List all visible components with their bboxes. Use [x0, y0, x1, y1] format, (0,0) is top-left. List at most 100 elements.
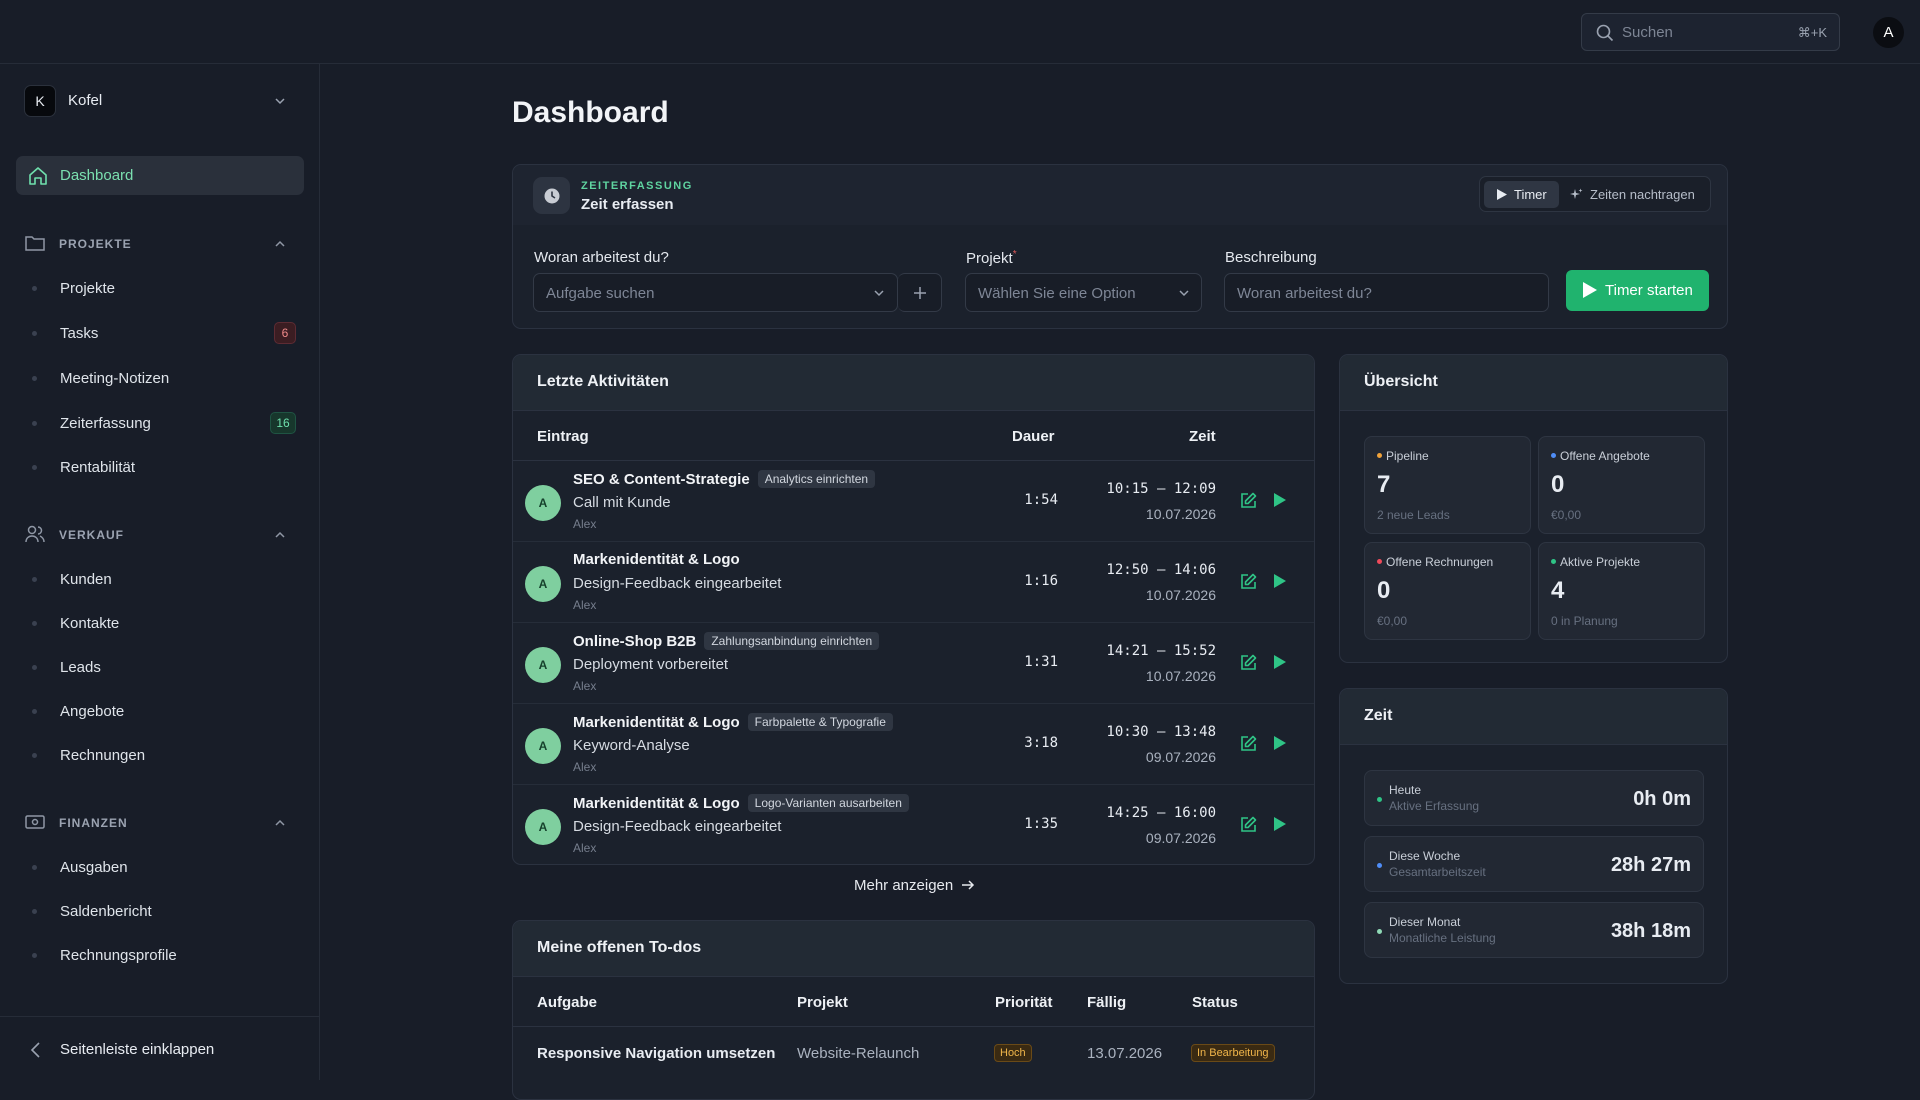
search-input[interactable]: Suchen ⌘+K — [1581, 13, 1840, 51]
play-icon[interactable] — [1273, 492, 1287, 508]
kpi-active-projects[interactable]: Aktive Projekte 4 0 in Planung — [1538, 542, 1705, 640]
sidebar-item-rechnungen[interactable]: Rechnungen — [32, 741, 304, 769]
column-header: Zeit — [1189, 428, 1216, 445]
bullet — [32, 709, 37, 714]
status-dot — [1551, 559, 1556, 564]
task-search-select[interactable]: Aufgabe suchen — [533, 273, 898, 312]
time-sub: Aktive Erfassung — [1389, 799, 1480, 813]
sidebar-item-kunden[interactable]: Kunden — [32, 565, 304, 593]
sidebar-item-angebote[interactable]: Angebote — [32, 697, 304, 725]
play-icon[interactable] — [1273, 654, 1287, 670]
entry-project: SEO & Content-Strategie Analytics einrich… — [573, 470, 876, 488]
entry-duration: 1:16 — [1024, 573, 1058, 589]
play-icon[interactable] — [1273, 573, 1287, 589]
entry-project: Markenidentität & Logo Logo-Varianten aus… — [573, 794, 909, 812]
banknote-icon — [25, 815, 45, 829]
section-finanzen[interactable]: FINANZEN — [24, 811, 296, 835]
sidebar-item-projekte[interactable]: Projekte — [32, 274, 304, 302]
status-dot — [1377, 559, 1382, 564]
sidebar-item-label: Saldenbericht — [60, 903, 152, 920]
add-task-button[interactable] — [898, 273, 942, 312]
edit-icon[interactable] — [1240, 816, 1257, 833]
bullet — [32, 865, 37, 870]
column-header: Fällig — [1087, 994, 1127, 1011]
sidebar-item-meeting-notizen[interactable]: Meeting-Notizen — [32, 364, 304, 392]
collapse-sidebar-button[interactable]: Seitenleiste einklappen — [0, 1016, 320, 1080]
sidebar-item-rentabilitaet[interactable]: Rentabilität — [32, 453, 304, 481]
description-input[interactable]: Woran arbeitest du? — [1224, 273, 1549, 312]
recent-activities-card: Letzte Aktivitäten Eintrag Dauer Zeit AS… — [512, 354, 1315, 865]
search-shortcut: ⌘+K — [1797, 25, 1827, 40]
chevron-left-icon — [30, 1042, 40, 1058]
sidebar-item-ausgaben[interactable]: Ausgaben — [32, 853, 304, 881]
kpi-sub: 2 neue Leads — [1377, 508, 1450, 522]
status-badge: In Bearbeitung — [1191, 1044, 1275, 1062]
sidebar-item-tasks[interactable]: Tasks 6 — [32, 319, 304, 347]
table-row[interactable]: A Markenidentität & Logo Logo-Varianten au… — [513, 785, 1314, 864]
mode-toggle: Timer Zeiten nachtragen — [1479, 176, 1711, 212]
column-header: Status — [1192, 994, 1238, 1011]
table-row[interactable]: A SEO & Content-Strategie Analytics einric… — [513, 461, 1314, 542]
user-avatar[interactable]: A — [1873, 17, 1904, 48]
entry-date: 10.07.2026 — [1145, 668, 1216, 684]
mode-backfill-button[interactable]: Zeiten nachtragen — [1570, 187, 1695, 202]
kpi-open-quotes[interactable]: Offene Angebote 0 €0,00 — [1538, 436, 1705, 534]
table-row[interactable]: A Markenidentität & Logo Farbpalette & Typ… — [513, 704, 1314, 785]
table-row[interactable]: A Markenidentität & Logo Design-Feedback e… — [513, 542, 1314, 623]
time-entry-header: ZEITERFASSUNG Zeit erfassen Timer Zeiten… — [513, 165, 1727, 225]
workspace-switcher[interactable]: K Kofel — [24, 85, 296, 117]
search-icon — [1596, 24, 1614, 42]
sidebar-item-label: Kunden — [60, 571, 112, 588]
mode-timer-label: Timer — [1514, 187, 1547, 202]
status-dot — [1377, 863, 1382, 868]
sidebar-item-rechnungsprofile[interactable]: Rechnungsprofile — [32, 941, 304, 969]
table-header: Aufgabe Projekt Priorität Fällig Status — [513, 977, 1314, 1027]
entry-description: Design-Feedback eingearbeitet — [573, 575, 782, 592]
avatar: A — [525, 485, 561, 521]
start-timer-button[interactable]: Timer starten — [1566, 270, 1709, 311]
chevron-up-icon — [275, 531, 285, 538]
workspace-logo: K — [24, 85, 56, 117]
project-select[interactable]: Wählen Sie eine Option — [965, 273, 1202, 312]
sidebar-item-leads[interactable]: Leads — [32, 653, 304, 681]
show-more-link[interactable]: Mehr anzeigen — [854, 877, 975, 894]
time-label: Diese Woche — [1389, 849, 1461, 863]
section-verkauf[interactable]: VERKAUF — [24, 523, 296, 547]
time-entry-title: Zeit erfassen — [581, 196, 674, 213]
section-projekte[interactable]: PROJEKTE — [24, 232, 296, 256]
todo-due: 13.07.2026 — [1087, 1045, 1163, 1062]
sidebar-item-saldenbericht[interactable]: Saldenbericht — [32, 897, 304, 925]
time-value: 0h 0m — [1633, 788, 1691, 810]
clock-icon — [533, 177, 570, 214]
project-name: Markenidentität & Logo — [573, 714, 740, 731]
table-row[interactable]: A Online-Shop B2B Zahlungsanbindung einric… — [513, 623, 1314, 704]
kpi-value: 4 — [1551, 577, 1565, 604]
kpi-pipeline[interactable]: Pipeline 7 2 neue Leads — [1364, 436, 1531, 534]
edit-icon[interactable] — [1240, 654, 1257, 671]
sidebar-item-zeiterfassung[interactable]: Zeiterfassung 16 — [32, 409, 304, 437]
entry-duration: 1:35 — [1024, 816, 1058, 832]
table-row[interactable]: Responsive Navigation umsetzen Website-R… — [513, 1027, 1314, 1083]
entry-date: 09.07.2026 — [1145, 749, 1216, 765]
kpi-sub: 0 in Planung — [1551, 614, 1618, 628]
edit-icon[interactable] — [1240, 573, 1257, 590]
kpi-value: 0 — [1551, 471, 1565, 498]
edit-icon[interactable] — [1240, 735, 1257, 752]
sidebar-item-dashboard[interactable]: Dashboard — [16, 156, 304, 195]
chevron-down-icon — [874, 290, 884, 297]
sidebar-item-label: Projekte — [60, 280, 116, 297]
kpi-open-invoices[interactable]: Offene Rechnungen 0 €0,00 — [1364, 542, 1531, 640]
sidebar-item-kontakte[interactable]: Kontakte — [32, 609, 304, 637]
mode-timer-button[interactable]: Timer — [1484, 181, 1559, 208]
play-icon[interactable] — [1273, 735, 1287, 751]
edit-icon[interactable] — [1240, 492, 1257, 509]
start-timer-label: Timer starten — [1605, 282, 1693, 299]
kpi-value: 7 — [1377, 471, 1391, 498]
avatar: A — [525, 647, 561, 683]
sidebar-item-label: Ausgaben — [60, 859, 128, 876]
description-placeholder: Woran arbeitest du? — [1237, 285, 1372, 302]
bullet — [32, 376, 37, 381]
open-todos-card: Meine offenen To-dos Aufgabe Projekt Pri… — [512, 920, 1315, 1100]
play-icon[interactable] — [1273, 816, 1287, 832]
kpi-label-text: Aktive Projekte — [1560, 555, 1641, 569]
